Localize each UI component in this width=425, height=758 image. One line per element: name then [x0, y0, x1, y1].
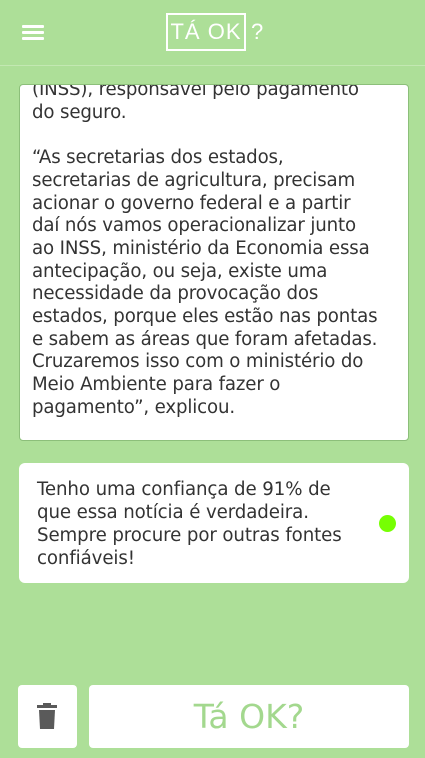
- app-bar: TÁ OK ?: [0, 0, 425, 66]
- trash-icon: [37, 703, 57, 729]
- hamburger-menu-icon: [22, 25, 44, 28]
- app-logo: TÁ OK ?: [166, 11, 263, 53]
- check-news-button[interactable]: Tá OK?: [89, 685, 409, 748]
- news-text-area[interactable]: (INSS), responsável pelo pagamento do se…: [19, 84, 409, 441]
- hamburger-menu-icon-bar: [22, 31, 44, 34]
- result-message: Tenho uma confiança de 91% de que essa n…: [37, 479, 342, 569]
- logo-text: TÁ OK: [166, 13, 246, 51]
- hamburger-menu-icon-bar: [22, 37, 44, 40]
- status-indicator-dot: [379, 515, 396, 532]
- logo-question-mark: ?: [251, 19, 264, 44]
- check-news-label: Tá OK?: [193, 697, 305, 736]
- menu-button[interactable]: [20, 22, 46, 42]
- news-text: (INSS), responsável pelo pagamento do se…: [32, 84, 378, 418]
- result-card: Tenho uma confiança de 91% de que essa n…: [19, 463, 409, 583]
- clear-button[interactable]: [18, 685, 77, 748]
